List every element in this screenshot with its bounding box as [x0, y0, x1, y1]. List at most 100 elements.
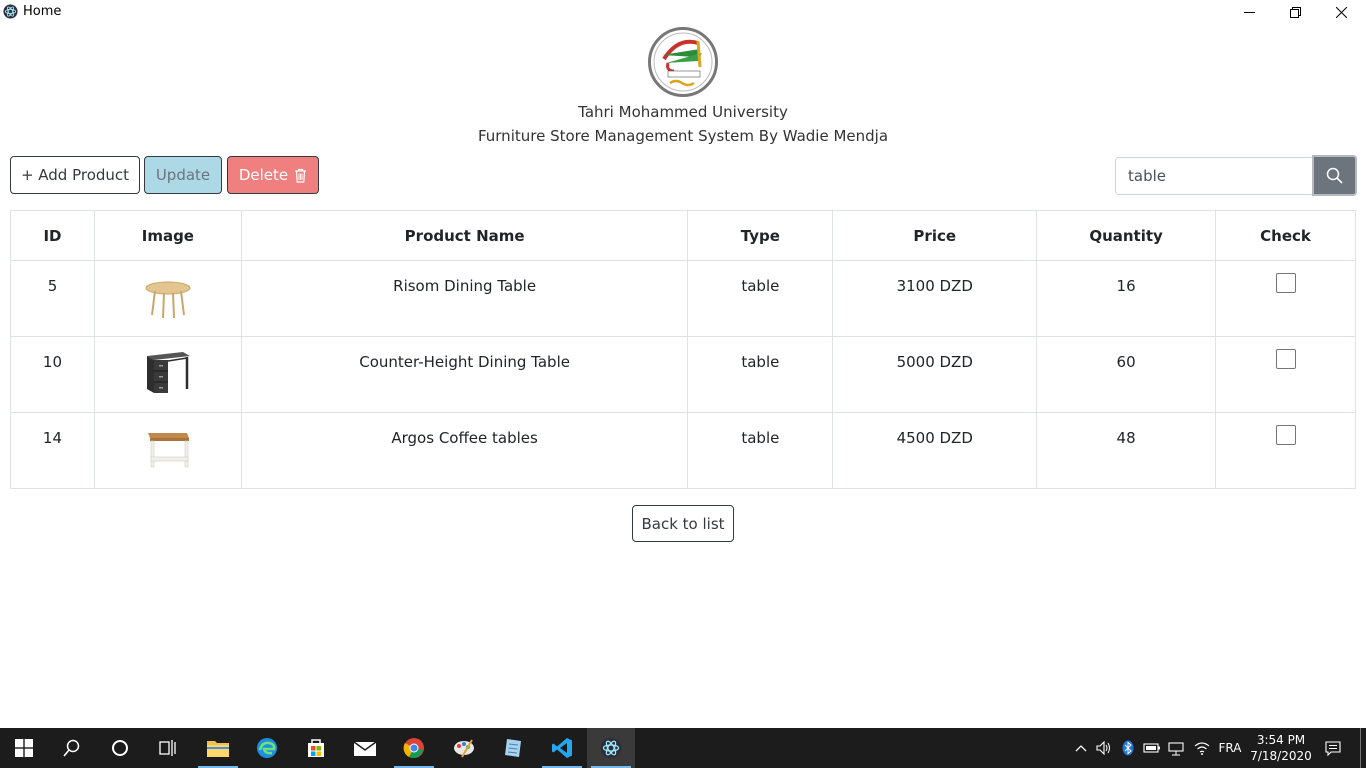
search-icon: [1326, 167, 1343, 184]
notification-icon: [1325, 740, 1341, 756]
electron-icon: [600, 737, 622, 759]
paint-icon: [454, 739, 474, 758]
cell-image: [93, 412, 242, 489]
store-icon: [308, 739, 324, 757]
update-button[interactable]: Update: [144, 156, 222, 194]
table-header-row: ID Image Product Name Type Price Quantit…: [10, 210, 1356, 261]
cell-check: [1215, 336, 1356, 413]
wifi-icon: [1194, 742, 1210, 755]
taskbar: FRA 3:54 PM 7/18/2020: [0, 728, 1366, 768]
cell-type: table: [687, 336, 834, 413]
chevron-up-icon: [1075, 745, 1087, 752]
clock-time: 3:54 PM: [1256, 733, 1306, 747]
bluetooth-icon: [1122, 740, 1134, 756]
cell-image: [93, 336, 242, 413]
bluetooth-button[interactable]: [1118, 728, 1138, 768]
taskbar-store[interactable]: [292, 728, 340, 768]
cell-price: 3100 DZD: [832, 260, 1038, 337]
row-checkbox[interactable]: [1275, 425, 1296, 445]
add-product-button[interactable]: + Add Product: [10, 156, 140, 194]
cell-product-name: Counter-Height Dining Table: [240, 336, 689, 413]
back-to-list-label: Back to list: [641, 514, 725, 533]
table-row: 5 Risom Dining Table table 3100 DZD 16: [10, 260, 1356, 337]
cell-id: 14: [10, 412, 95, 489]
cell-type: table: [687, 412, 834, 489]
cell-price: 4500 DZD: [832, 412, 1038, 489]
column-header-type: Type: [687, 210, 834, 261]
clock[interactable]: 3:54 PM 7/18/2020: [1248, 732, 1314, 764]
speaker-icon: [1096, 741, 1110, 755]
back-to-list-button[interactable]: Back to list: [632, 505, 734, 542]
restore-button[interactable]: [1272, 0, 1318, 24]
taskbar-mail[interactable]: [341, 728, 389, 768]
row-checkbox[interactable]: [1275, 273, 1296, 293]
network-button[interactable]: [1165, 728, 1187, 768]
add-product-label: + Add Product: [20, 166, 130, 184]
taskbar-edge[interactable]: [243, 728, 291, 768]
column-header-id: ID: [10, 210, 95, 261]
search-input[interactable]: [1115, 157, 1313, 195]
column-header-image: Image: [93, 210, 242, 261]
taskbar-vscode[interactable]: [538, 728, 586, 768]
university-logo: [648, 27, 718, 97]
language-indicator[interactable]: FRA: [1215, 728, 1245, 768]
folder-icon: [207, 741, 229, 757]
taskbar-chrome[interactable]: [390, 728, 438, 768]
battery-button[interactable]: [1141, 728, 1163, 768]
action-center-button[interactable]: [1320, 728, 1346, 768]
cortana-button[interactable]: [96, 728, 144, 768]
volume-button[interactable]: [1093, 728, 1115, 768]
start-button[interactable]: [0, 728, 48, 768]
column-header-quantity: Quantity: [1036, 210, 1217, 261]
cell-quantity: 48: [1036, 412, 1217, 489]
cell-product-name: Argos Coffee tables: [240, 412, 689, 489]
clock-date: 7/18/2020: [1250, 749, 1312, 763]
window-title: Home: [23, 4, 62, 19]
edge-browser-icon: [257, 738, 277, 758]
task-view-icon: [159, 740, 176, 756]
battery-icon: [1143, 743, 1160, 753]
close-icon: [1335, 6, 1347, 18]
table-row: 14 Argos Coffee tables table 4500 DZD 48: [10, 412, 1356, 489]
windows-logo-icon: [15, 739, 33, 757]
white-coffee-table-image: [147, 433, 189, 468]
round-wooden-table-image: [145, 281, 191, 319]
update-label: Update: [155, 166, 211, 184]
taskbar-electron-app[interactable]: [587, 728, 635, 768]
taskbar-notes-app[interactable]: [489, 728, 537, 768]
show-hidden-icons-button[interactable]: [1070, 728, 1092, 768]
products-table: ID Image Product Name Type Price Quantit…: [10, 210, 1356, 489]
title-bar: Home: [0, 0, 1366, 24]
cell-image: [93, 260, 242, 337]
task-view-button[interactable]: [144, 728, 192, 768]
cell-id: 10: [10, 336, 95, 413]
column-header-product-name: Product Name: [240, 210, 689, 261]
cell-quantity: 60: [1036, 336, 1217, 413]
search-icon: [63, 739, 80, 757]
notes-icon: [505, 739, 521, 757]
vscode-icon: [552, 738, 572, 758]
restore-icon: [1289, 6, 1301, 18]
cortana-icon: [112, 740, 128, 756]
show-desktop-button[interactable]: [1360, 728, 1361, 768]
page-header: Tahri Mohammed University Furniture Stor…: [0, 27, 1366, 146]
delete-button[interactable]: Delete: [227, 156, 319, 194]
taskbar-file-explorer[interactable]: [194, 728, 242, 768]
cell-type: table: [687, 260, 834, 337]
taskbar-paint-app[interactable]: [440, 728, 488, 768]
wifi-button[interactable]: [1190, 728, 1214, 768]
minimize-button[interactable]: [1226, 0, 1272, 24]
row-checkbox[interactable]: [1275, 349, 1296, 369]
cell-check: [1215, 412, 1356, 489]
close-button[interactable]: [1318, 0, 1364, 24]
search-button[interactable]: [1312, 155, 1357, 196]
delete-label: Delete: [238, 166, 289, 184]
taskbar-search-button[interactable]: [48, 728, 96, 768]
minimize-icon: [1243, 11, 1255, 13]
column-header-check: Check: [1215, 210, 1356, 261]
cell-id: 5: [10, 260, 95, 337]
cell-price: 5000 DZD: [832, 336, 1038, 413]
electron-app-icon: [3, 4, 18, 19]
system-title: Furniture Store Management System By Wad…: [477, 127, 889, 145]
dark-desk-with-drawers-image: [146, 352, 190, 393]
